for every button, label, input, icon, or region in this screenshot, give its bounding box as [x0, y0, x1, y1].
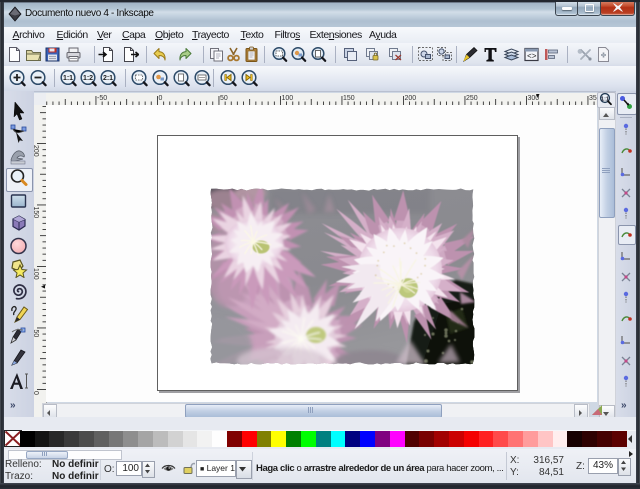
- svg-text:350: 350: [589, 95, 597, 102]
- svg-text:50: 50: [220, 95, 228, 102]
- svg-text:150: 150: [343, 95, 355, 102]
- svg-text:1:2: 1:2: [83, 75, 93, 82]
- svg-text:100: 100: [34, 268, 39, 280]
- svg-text:250: 250: [466, 95, 478, 102]
- svg-text:0: 0: [34, 391, 39, 395]
- svg-text:1:1: 1:1: [63, 75, 73, 82]
- svg-text:-50: -50: [97, 95, 107, 102]
- svg-text:<>: <>: [527, 53, 537, 62]
- svg-text:200: 200: [405, 95, 417, 102]
- svg-text:2:1: 2:1: [103, 75, 113, 82]
- svg-text:200: 200: [34, 145, 39, 157]
- svg-text:0: 0: [159, 95, 163, 102]
- svg-text:50: 50: [34, 330, 39, 338]
- svg-text:150: 150: [34, 207, 39, 219]
- svg-text:100: 100: [282, 95, 294, 102]
